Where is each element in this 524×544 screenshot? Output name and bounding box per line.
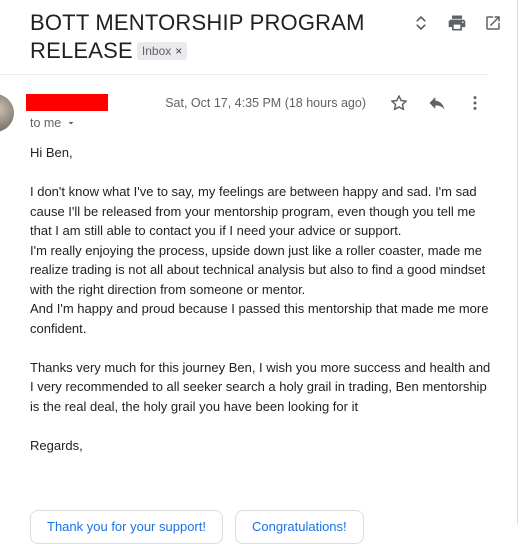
email-subject: BOTT MENTORSHIP PROGRAM RELEASE Inbox × [30, 9, 375, 65]
inbox-label-badge: Inbox × [136, 42, 188, 60]
body-paragraph-2: I'm really enjoying the process, upside … [30, 242, 486, 297]
open-in-new-window-icon[interactable] [482, 12, 504, 34]
body-paragraph-1: I don't know what I've to say, my feelin… [30, 184, 477, 238]
header-divider [0, 74, 488, 75]
thread-toolbar [410, 12, 504, 34]
recipient-text: to me [30, 116, 62, 130]
sender-name-redacted [26, 94, 108, 111]
caret-down-icon [68, 122, 74, 125]
message-date: Sat, Oct 17, 4:35 PM (18 hours ago) [165, 96, 366, 110]
body-paragraph-3: And I'm happy and proud because I passed… [30, 301, 489, 336]
smart-reply-thank-you[interactable]: Thank you for your support! [30, 510, 223, 544]
more-vert-icon[interactable] [464, 92, 486, 114]
pane-border [517, 0, 518, 524]
signoff: Regards, [30, 437, 83, 453]
greeting: Hi Ben, [30, 145, 73, 160]
sender-avatar[interactable] [0, 94, 14, 132]
reply-icon[interactable] [426, 92, 448, 114]
print-icon[interactable] [446, 12, 468, 34]
body-paragraph-4: Thanks very much for this journey Ben, I… [30, 359, 491, 414]
email-body: Hi Ben, I don't know what I've to say, m… [30, 143, 492, 455]
recipient-details-toggle[interactable]: to me [30, 116, 77, 130]
smart-reply-chips: Thank you for your support! Congratulati… [30, 510, 364, 544]
message-actions [388, 92, 486, 114]
inbox-label-text: Inbox [141, 44, 172, 58]
smart-reply-congratulations[interactable]: Congratulations! [234, 510, 364, 544]
star-icon[interactable] [388, 92, 410, 114]
subject-text: BOTT MENTORSHIP PROGRAM RELEASE [30, 10, 365, 63]
remove-label-button[interactable]: × [175, 44, 182, 58]
expand-collapse-icon[interactable] [410, 12, 432, 34]
